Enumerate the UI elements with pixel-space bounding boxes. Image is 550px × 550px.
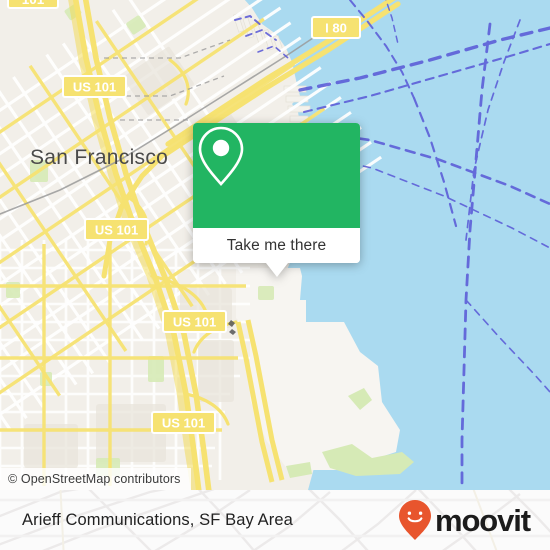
map-canvas[interactable]: San Francisco 101 US 101 I 80: [0, 0, 550, 490]
highway-shield-us101-c: US 101: [162, 310, 227, 333]
highway-shield-us101-d: US 101: [151, 411, 216, 434]
svg-text:101: 101: [22, 0, 45, 7]
svg-text:US 101: US 101: [95, 223, 138, 238]
moovit-map-screenshot: San Francisco 101 US 101 I 80: [0, 0, 550, 550]
highway-shield-i80: I 80: [311, 16, 361, 39]
highway-shield-101-top: 101: [7, 0, 59, 9]
place-title: Arieff Communications, SF Bay Area: [22, 510, 293, 529]
map-city-label: San Francisco: [30, 146, 168, 169]
moovit-pin-icon: [398, 500, 431, 540]
location-popup-card[interactable]: Take me there: [193, 123, 360, 277]
take-me-there-button[interactable]: Take me there: [193, 228, 360, 263]
map-attribution[interactable]: © OpenStreetMap contributors: [0, 468, 191, 490]
highway-shield-us101-b: US 101: [84, 218, 149, 241]
svg-text:I 80: I 80: [325, 21, 347, 36]
take-me-there-label: Take me there: [226, 236, 327, 254]
svg-text:US 101: US 101: [162, 416, 205, 431]
svg-text:US 101: US 101: [173, 315, 216, 330]
footer-bar: Arieff Communications, SF Bay Area moovi…: [0, 490, 550, 550]
svg-text:US 101: US 101: [73, 80, 116, 95]
moovit-wordmark: moovit: [434, 502, 531, 538]
attribution-text: © OpenStreetMap contributors: [8, 472, 181, 486]
highway-shield-us101-a: US 101: [62, 75, 127, 98]
popup-marker-area: [193, 123, 360, 228]
moovit-logo[interactable]: moovit: [398, 499, 531, 541]
map-pin-icon: [198, 126, 244, 186]
popup-pointer: [265, 263, 288, 277]
